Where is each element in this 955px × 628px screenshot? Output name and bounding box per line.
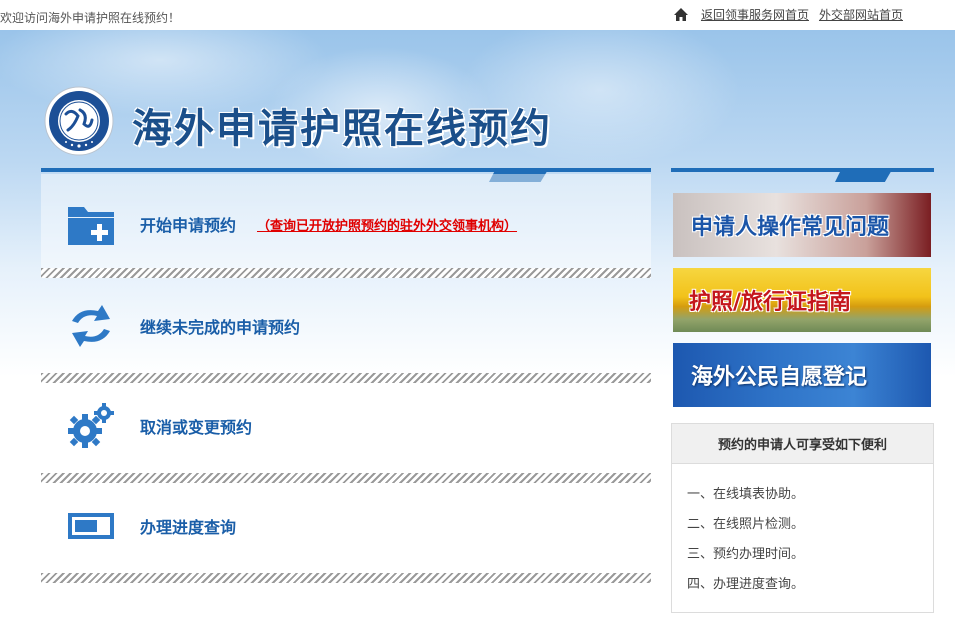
benefit-item: 三、预约办理时间。 bbox=[687, 547, 805, 562]
folder-add-icon bbox=[68, 207, 114, 245]
continue-appointment-item[interactable]: 继续未完成的申请预约 bbox=[41, 276, 651, 376]
open-consulates-link[interactable]: （查询已开放护照预约的驻外外交领事机构） bbox=[257, 215, 517, 234]
citizen-registration-label: 海外公民自愿登记 bbox=[691, 365, 868, 390]
site-title: 海外申请护照在线预约 bbox=[132, 105, 552, 152]
welcome-text: 欢迎访问海外申请护照在线预约！ bbox=[0, 11, 181, 25]
consular-home-link[interactable]: 返回领事服务网首页 bbox=[701, 6, 809, 23]
benefit-item: 一、在线填表协助。 bbox=[687, 487, 805, 502]
benefits-title: 预约的申请人可享受如下便利 bbox=[672, 424, 933, 464]
sidebar-tab-marker bbox=[835, 168, 893, 182]
cancel-change-item[interactable]: 取消或变更预约 bbox=[41, 376, 651, 476]
benefit-item: 二、在线照片检测。 bbox=[687, 517, 805, 532]
sidebar-divider bbox=[671, 168, 934, 172]
benefits-box: 预约的申请人可享受如下便利 一、在线填表协助。 二、在线照片检测。 三、预约办理… bbox=[671, 423, 934, 613]
faq-banner-label: 申请人操作常见问题 bbox=[691, 215, 890, 240]
gear-icon bbox=[68, 403, 114, 448]
progress-query-label: 办理进度查询 bbox=[140, 518, 237, 537]
top-bar: 欢迎访问海外申请护照在线预约！ 返回领事服务网首页 外交部网站首页 bbox=[0, 0, 955, 30]
top-links: 返回领事服务网首页 外交部网站首页 bbox=[673, 6, 903, 23]
consular-affairs-emblem bbox=[44, 86, 114, 156]
citizen-registration-banner[interactable]: 海外公民自愿登记 bbox=[673, 343, 931, 407]
section-divider bbox=[41, 573, 651, 583]
faq-banner[interactable]: 申请人操作常见问题 bbox=[673, 193, 931, 257]
start-appointment-label: 开始申请预约 bbox=[140, 216, 237, 235]
passport-guide-label: 护照/旅行证指南 bbox=[689, 290, 852, 315]
progress-window-icon bbox=[68, 513, 114, 539]
start-appointment-item[interactable]: 开始申请预约 （查询已开放护照预约的驻外外交领事机构） bbox=[41, 174, 651, 274]
benefit-item: 四、办理进度查询。 bbox=[687, 577, 805, 592]
passport-guide-banner[interactable]: 护照/旅行证指南 bbox=[673, 268, 931, 332]
progress-query-item[interactable]: 办理进度查询 bbox=[41, 476, 651, 576]
mfa-home-link[interactable]: 外交部网站首页 bbox=[819, 6, 903, 23]
home-icon bbox=[673, 7, 688, 21]
benefits-list: 一、在线填表协助。 二、在线照片检测。 三、预约办理时间。 四、办理进度查询。 bbox=[672, 464, 933, 604]
panel-divider bbox=[41, 168, 651, 172]
cancel-change-label: 取消或变更预约 bbox=[140, 418, 253, 437]
sidebar: 申请人操作常见问题 护照/旅行证指南 海外公民自愿登记 预约的申请人可享受如下便… bbox=[671, 168, 934, 618]
continue-appointment-label: 继续未完成的申请预约 bbox=[140, 318, 301, 337]
main-menu-panel: 开始申请预约 （查询已开放护照预约的驻外外交领事机构） 继续未完成的申请预约 取… bbox=[41, 168, 651, 588]
refresh-arrows-icon bbox=[72, 305, 110, 347]
